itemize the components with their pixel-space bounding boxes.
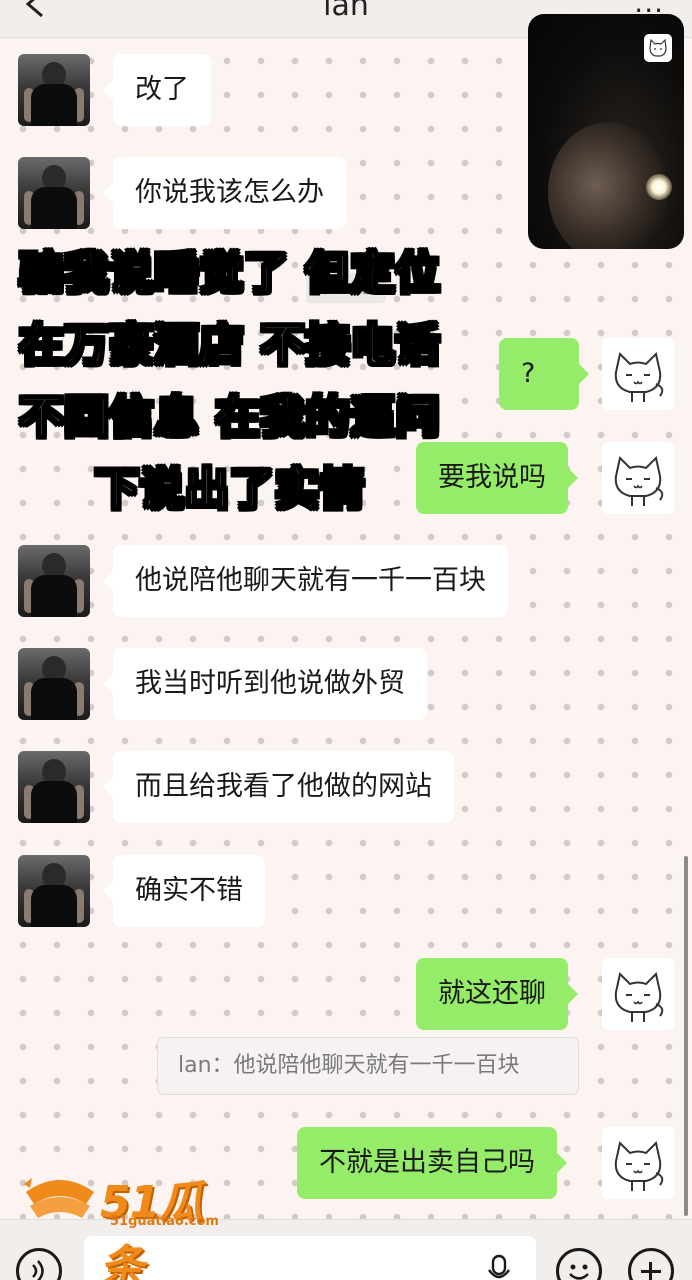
message-bubble-incoming[interactable]: 确实不错 xyxy=(103,855,265,927)
smiley-icon xyxy=(569,1264,589,1280)
voice-icon xyxy=(32,1260,44,1280)
watermelon-logo-icon xyxy=(24,1178,94,1218)
quoted-message[interactable]: lan：他说陪他聊天就有一千一百块 xyxy=(157,1037,579,1095)
user-avatar-cat-icon[interactable] xyxy=(602,442,674,514)
message-bubble-incoming[interactable]: 而且给我看了他做的网站 xyxy=(103,751,454,823)
scrollbar[interactable] xyxy=(684,856,688,1216)
watermark: 51瓜条 51guatiao.com xyxy=(22,1172,242,1280)
message-bubble-outgoing[interactable]: ? xyxy=(499,338,589,410)
message-bubble-outgoing[interactable]: 就这还聊 xyxy=(416,958,578,1030)
microphone-icon[interactable] xyxy=(484,1254,514,1280)
caption-line: 下说出了实情 xyxy=(94,463,365,516)
message-bubble-outgoing[interactable]: 不就是出卖自己吗 xyxy=(297,1127,567,1199)
cat-sticker-icon xyxy=(644,34,672,62)
contact-avatar[interactable] xyxy=(18,855,90,927)
caption-line: 骗我说睡觉了 但定位 xyxy=(18,247,441,300)
message-bubble-incoming[interactable]: 我当时听到他说做外贸 xyxy=(103,648,427,720)
message-bubble-incoming[interactable]: 改了 xyxy=(103,54,211,126)
contact-avatar[interactable] xyxy=(18,157,90,229)
watermark-url: 51guatiao.com xyxy=(110,1214,219,1229)
video-call-window[interactable] xyxy=(528,14,684,249)
user-avatar-cat-icon[interactable] xyxy=(602,1127,674,1199)
contact-avatar[interactable] xyxy=(18,648,90,720)
message-bubble-incoming[interactable]: 你说我该怎么办 xyxy=(103,157,346,229)
caption-line: 在万豪酒店 不接电话 xyxy=(18,319,441,372)
caption-line: 不回信息 在我的逼问 xyxy=(18,391,441,444)
contact-avatar[interactable] xyxy=(18,751,90,823)
more-functions-button[interactable] xyxy=(628,1248,674,1280)
contact-avatar[interactable] xyxy=(18,54,90,126)
emoji-button[interactable] xyxy=(556,1248,602,1280)
contact-avatar[interactable] xyxy=(18,545,90,617)
voice-input-button[interactable] xyxy=(16,1248,62,1280)
user-avatar-cat-icon[interactable] xyxy=(602,338,674,410)
user-avatar-cat-icon[interactable] xyxy=(602,958,674,1030)
overlay-caption: 骗我说睡觉了 但定位 在万豪酒店 不接电话 不回信息 在我的逼问 下说出了实情 xyxy=(8,238,452,526)
message-bubble-incoming[interactable]: 他说陪他聊天就有一千一百块 xyxy=(103,545,508,617)
